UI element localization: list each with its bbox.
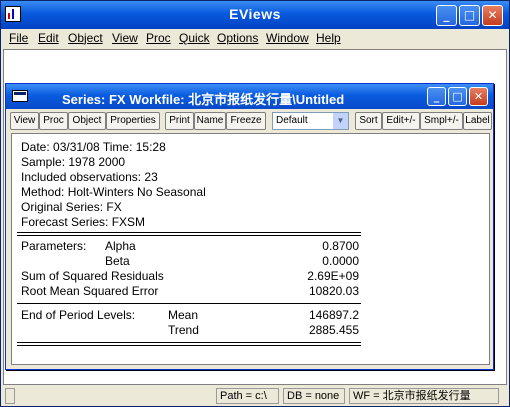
table-rule — [17, 303, 361, 304]
menu-edit[interactable]: Edit — [38, 31, 59, 45]
maximize-icon[interactable]: □ — [459, 5, 480, 26]
menu-help[interactable]: Help — [316, 31, 341, 45]
display-select[interactable]: Default ▼ — [272, 112, 349, 130]
mean-value: 146897.2 — [308, 308, 359, 322]
menu-bar: File Edit Object View Proc Quick Options… — [1, 29, 509, 47]
alpha-value: 0.8700 — [322, 239, 359, 253]
dropdown-arrow-icon[interactable]: ▼ — [333, 113, 348, 129]
ssr-label: Sum of Squared Residuals — [21, 269, 164, 283]
beta-label: Beta — [105, 254, 130, 268]
close-icon[interactable]: ✕ — [469, 87, 488, 106]
minimize-icon[interactable]: _ — [436, 5, 457, 26]
menu-quick[interactable]: Quick — [179, 31, 210, 45]
menu-file[interactable]: File — [9, 31, 28, 45]
ssr-value: 2.69E+09 — [307, 269, 359, 283]
end-levels-label: End of Period Levels: — [21, 308, 136, 322]
proc-button[interactable]: Proc — [39, 112, 68, 130]
menu-view[interactable]: View — [112, 31, 138, 45]
parameters-label: Parameters: — [21, 239, 87, 253]
holt-winters-output: Date: 03/31/08 Time: 15:28 Sample: 1978 … — [11, 133, 490, 365]
menu-window[interactable]: Window — [266, 31, 309, 45]
sort-button[interactable]: Sort — [355, 112, 382, 130]
output-included: Included observations: 23 — [21, 170, 158, 184]
display-select-value: Default — [276, 115, 308, 126]
series-window-titlebar[interactable]: Series: FX Workfile: 北京市报纸发行量\Untitled _… — [6, 84, 493, 109]
mean-label: Mean — [168, 308, 199, 322]
table-rule — [17, 342, 361, 346]
app-titlebar[interactable]: EViews _ □ ✕ — [1, 1, 509, 29]
rmse-value: 10820.03 — [308, 284, 359, 298]
output-original-series: Original Series: FX — [21, 200, 122, 214]
properties-button[interactable]: Properties — [106, 112, 160, 130]
rmse-label: Root Mean Squared Error — [21, 284, 159, 298]
edit-toggle-button[interactable]: Edit+/- — [382, 112, 420, 130]
table-rule — [17, 232, 361, 236]
status-message — [5, 388, 15, 404]
print-button[interactable]: Print — [165, 112, 194, 130]
status-bar: Path = c:\ DB = none WF = 北京市报纸发行量 — [3, 386, 507, 406]
eviews-app-window: EViews _ □ ✕ File Edit Object View Proc … — [0, 0, 510, 407]
menu-object[interactable]: Object — [68, 31, 103, 45]
name-button[interactable]: Name — [194, 112, 226, 130]
output-sample: Sample: 1978 2000 — [21, 155, 126, 169]
series-window-icon[interactable] — [12, 90, 28, 102]
trend-value: 2885.455 — [308, 323, 359, 337]
status-workfile: WF = 北京市报纸发行量 — [349, 388, 499, 404]
series-window: Series: FX Workfile: 北京市报纸发行量\Untitled _… — [5, 83, 494, 370]
menu-proc[interactable]: Proc — [146, 31, 171, 45]
close-icon[interactable]: ✕ — [482, 5, 503, 26]
view-button[interactable]: View — [10, 112, 39, 130]
output-forecast-series: Forecast Series: FXSM — [21, 215, 146, 229]
label-button[interactable]: Label — [463, 112, 492, 130]
trend-label: Trend — [168, 323, 199, 337]
status-path: Path = c:\ — [216, 388, 279, 404]
status-db: DB = none — [283, 388, 345, 404]
menu-options[interactable]: Options — [217, 31, 258, 45]
freeze-button[interactable]: Freeze — [226, 112, 266, 130]
minimize-icon[interactable]: _ — [427, 87, 446, 106]
series-toolbar: View Proc Object Properties Print Name F… — [10, 112, 492, 132]
alpha-label: Alpha — [105, 239, 136, 253]
smpl-toggle-button[interactable]: Smpl+/- — [420, 112, 463, 130]
output-date: Date: 03/31/08 Time: 15:28 — [21, 140, 166, 154]
series-window-title: Series: FX Workfile: 北京市报纸发行量\Untitled — [62, 92, 345, 107]
app-title: EViews — [229, 6, 281, 22]
output-method: Method: Holt-Winters No Seasonal — [21, 185, 206, 199]
beta-value: 0.0000 — [322, 254, 359, 268]
maximize-icon[interactable]: □ — [448, 87, 467, 106]
object-button[interactable]: Object — [68, 112, 106, 130]
